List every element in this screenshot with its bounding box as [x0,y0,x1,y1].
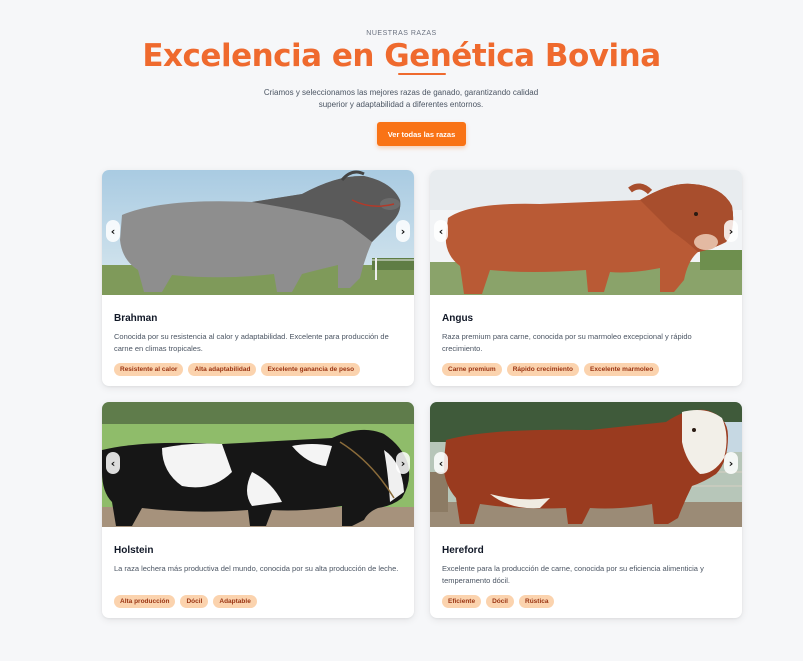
breed-name: Angus [442,313,474,324]
carousel-next-icon[interactable]: › [724,220,738,242]
carousel-next-icon[interactable]: › [396,452,410,474]
breed-tags: Eficiente Dócil Rústica [442,595,730,608]
breed-tag: Alta producción [114,595,176,608]
breed-tags: Alta producción Dócil Adaptable [114,595,402,608]
breed-tag: Resistente al calor [114,363,184,376]
breed-image-brahman: ‹ › [102,170,414,295]
carousel-prev-icon[interactable]: ‹ [434,452,448,474]
carousel-prev-icon[interactable]: ‹ [106,220,120,242]
carousel-next-icon[interactable]: › [724,452,738,474]
breed-tag: Adaptable [213,595,257,608]
section-subtitle: Criamos y seleccionamos las mejores raza… [263,88,539,109]
breed-image-hereford: ‹ › [430,402,742,527]
breed-tag: Rústica [519,595,555,608]
breed-tag: Excelente marmoleo [584,363,660,376]
breed-tag: Dócil [486,595,514,608]
breed-image-angus: ‹ › [430,170,742,295]
breed-description: Excelente para la producción de carne, c… [442,564,704,585]
section-eyebrow: NUESTRAS RAZAS [366,30,437,37]
breed-card-holstein: ‹ › Holstein La raza lechera más product… [102,402,414,618]
breed-description: Raza premium para carne, conocida por su… [442,332,692,353]
breed-image-holstein: ‹ › [102,402,414,527]
breed-tag: Excelente ganancia de peso [261,363,361,376]
breed-tag: Rápido crecimiento [506,363,580,376]
breed-tags: Resistente al calor Alta adaptabilidad E… [114,363,402,376]
breed-card-angus: ‹ › Angus Raza premium para carne, conoc… [430,170,742,386]
breed-name: Brahman [114,313,158,324]
view-all-breeds-button[interactable]: Ver todas las razas [377,122,466,146]
breed-description: Conocida por su resistencia al calor y a… [114,332,389,353]
breed-tag: Alta adaptabilidad [188,363,257,376]
carousel-prev-icon[interactable]: ‹ [106,452,120,474]
breed-tag: Carne premium [442,363,502,376]
breed-card-brahman: ‹ › Brahman Conocida por su resistencia … [102,170,414,386]
title-underline [398,73,446,75]
breed-card-hereford: ‹ › Hereford Excelente para la producció… [430,402,742,618]
carousel-next-icon[interactable]: › [396,220,410,242]
breed-name: Holstein [114,545,154,556]
breed-tag: Dócil [180,595,209,608]
breed-tags: Carne premium Rápido crecimiento Excelen… [442,363,730,376]
breed-name: Hereford [442,545,484,556]
page-title: Excelencia en Genética Bovina [142,38,661,74]
breed-description: La raza lechera más productiva del mundo… [114,564,399,573]
carousel-prev-icon[interactable]: ‹ [434,220,448,242]
breed-tag: Eficiente [442,595,482,608]
